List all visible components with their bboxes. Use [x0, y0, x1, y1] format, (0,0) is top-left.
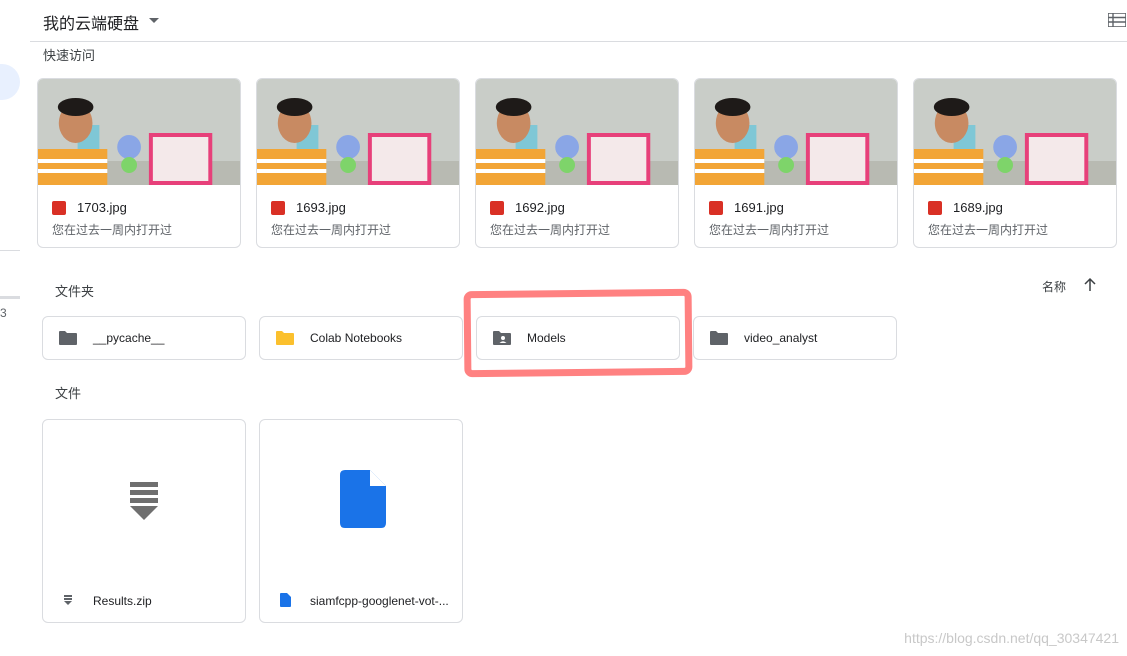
folder-card[interactable]: video_analyst — [693, 316, 897, 360]
folder-icon — [276, 331, 294, 345]
quick-access-name: 1692.jpg — [515, 200, 565, 215]
image-thumbnail — [38, 79, 240, 185]
files-label: 文件 — [55, 386, 82, 401]
quick-access-subtitle: 您在过去一周内打开过 — [928, 223, 1049, 237]
sidebar-divider — [0, 250, 20, 251]
storage-text-fragment: 3 — [0, 306, 7, 320]
quick-access-name: 1689.jpg — [953, 200, 1003, 215]
doc-icon — [340, 470, 386, 528]
zip-icon — [64, 595, 72, 605]
file-card[interactable]: siamfcpp-googlenet-vot-... — [259, 419, 463, 623]
chevron-down-icon[interactable] — [149, 18, 159, 23]
sidebar-active-item[interactable] — [0, 64, 20, 100]
arrow-up-icon[interactable] — [1083, 277, 1097, 293]
folder-name: Colab Notebooks — [310, 331, 403, 345]
annotation-highlight — [463, 288, 693, 378]
sort-by-name-button[interactable]: 名称 — [1042, 278, 1066, 295]
image-file-icon — [271, 201, 285, 215]
list-view-icon[interactable] — [1108, 13, 1126, 27]
quick-access-card[interactable]: 1703.jpg 您在过去一周内打开过 — [37, 78, 241, 248]
quick-access-card[interactable]: 1689.jpg 您在过去一周内打开过 — [913, 78, 1117, 248]
quick-access-card[interactable]: 1692.jpg 您在过去一周内打开过 — [475, 78, 679, 248]
quick-access-subtitle: 您在过去一周内打开过 — [490, 223, 611, 237]
image-thumbnail — [476, 79, 678, 185]
page-title[interactable]: 我的云端硬盘 — [43, 10, 139, 34]
folder-icon — [59, 331, 77, 345]
zip-icon — [130, 482, 158, 520]
watermark: https://blog.csdn.net/qq_30347421 — [904, 630, 1119, 646]
folder-card[interactable]: __pycache__ — [42, 316, 246, 360]
quick-access-name: 1691.jpg — [734, 200, 784, 215]
quick-access-subtitle: 您在过去一周内打开过 — [709, 223, 830, 237]
image-file-icon — [52, 201, 66, 215]
quick-access-name: 1693.jpg — [296, 200, 346, 215]
folder-icon — [710, 331, 728, 345]
image-file-icon — [490, 201, 504, 215]
folder-name: video_analyst — [744, 331, 818, 345]
file-card[interactable]: Results.zip — [42, 419, 246, 623]
quick-access-card[interactable]: 1691.jpg 您在过去一周内打开过 — [694, 78, 898, 248]
image-file-icon — [709, 201, 723, 215]
file-name: siamfcpp-googlenet-vot-... — [310, 594, 449, 608]
quick-access-subtitle: 您在过去一周内打开过 — [52, 223, 173, 237]
image-thumbnail — [914, 79, 1116, 185]
folders-label: 文件夹 — [55, 284, 95, 299]
quick-access-name: 1703.jpg — [77, 200, 127, 215]
file-name: Results.zip — [93, 594, 152, 608]
quick-access-label: 快速访问 — [43, 48, 96, 63]
quick-access-subtitle: 您在过去一周内打开过 — [271, 223, 392, 237]
quick-access-card[interactable]: 1693.jpg 您在过去一周内打开过 — [256, 78, 460, 248]
doc-icon — [280, 593, 291, 607]
image-thumbnail — [257, 79, 459, 185]
folder-card[interactable]: Colab Notebooks — [259, 316, 463, 360]
header-divider — [30, 41, 1127, 42]
storage-bar — [0, 296, 20, 299]
image-file-icon — [928, 201, 942, 215]
folder-name: __pycache__ — [93, 331, 165, 345]
image-thumbnail — [695, 79, 897, 185]
